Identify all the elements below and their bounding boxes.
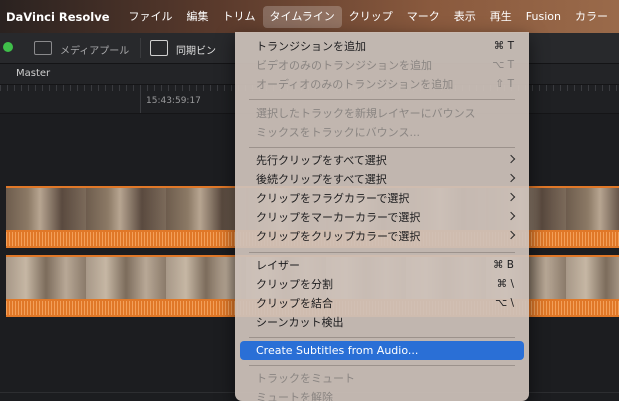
menu-item-label: クリップを分割 [256, 278, 333, 291]
menu-item-label: オーディオのみのトランジションを追加 [256, 78, 454, 91]
menu-item-select-clips-after[interactable]: 後続クリップをすべて選択 [240, 170, 524, 189]
menu-item-label: クリップを結合 [256, 297, 333, 310]
menu-view[interactable]: 表示 [447, 6, 483, 28]
status-dot-icon [3, 42, 13, 52]
media-pool-icon[interactable] [34, 41, 52, 55]
menu-item-label: クリップをフラグカラーで選択 [256, 192, 410, 205]
menu-item-bounce-layer: 選択したトラックを新規レイヤーにバウンス [240, 104, 524, 123]
menu-edit[interactable]: 編集 [180, 6, 216, 28]
sync-bin-button[interactable]: 同期ビン [176, 42, 216, 57]
menubar: DaVinci Resolve ファイル 編集 トリム タイムライン クリップ … [0, 0, 619, 33]
menu-divider [249, 337, 515, 338]
menu-item-label: レイザー [256, 259, 300, 272]
menu-item-shortcut: ⌘ B [492, 259, 514, 271]
menu-item-add-video-transition: ビデオのみのトランジションを追加 ⌥ T [240, 56, 524, 75]
app-name-menu[interactable]: DaVinci Resolve [6, 10, 110, 24]
timecode-label: 15:43:59:17 [146, 96, 201, 106]
menu-item-create-subtitles-from-audio[interactable]: Create Subtitles from Audio... [240, 341, 524, 360]
menu-item-scene-cut-detection[interactable]: シーンカット検出 [240, 313, 524, 332]
menu-item-split-clip[interactable]: クリップを分割 ⌘ \ [240, 275, 524, 294]
menu-color[interactable]: カラー [568, 6, 615, 28]
menu-item-label: Create Subtitles from Audio... [256, 344, 419, 357]
menu-item-add-audio-transition: オーディオのみのトランジションを追加 ⇧ T [240, 75, 524, 94]
menu-item-label: ミックスをトラックにバウンス... [256, 126, 420, 139]
menu-item-label: 先行クリップをすべて選択 [256, 154, 387, 167]
menu-file[interactable]: ファイル [122, 6, 180, 28]
menu-mark[interactable]: マーク [400, 6, 447, 28]
menu-item-shortcut: ⌥ T [492, 59, 514, 71]
menu-trim[interactable]: トリム [216, 6, 263, 28]
menu-item-shortcut: ⌘ T [493, 40, 514, 52]
menu-item-label: トランジションを追加 [256, 40, 366, 53]
menu-item-shortcut: ⌘ \ [496, 278, 514, 290]
menu-divider [249, 365, 515, 366]
chevron-right-icon [506, 192, 516, 202]
menu-playback[interactable]: 再生 [483, 6, 519, 28]
menu-item-select-by-clip-color[interactable]: クリップをクリップカラーで選択 [240, 227, 524, 246]
menu-divider [249, 252, 515, 253]
menu-item-label: 選択したトラックを新規レイヤーにバウンス [256, 107, 476, 120]
menu-divider [249, 99, 515, 100]
menu-item-select-by-marker-color[interactable]: クリップをマーカーカラーで選択 [240, 208, 524, 227]
chevron-right-icon [506, 230, 516, 240]
menu-item-join-clip[interactable]: クリップを結合 ⌥ \ [240, 294, 524, 313]
menu-item-select-clips-before[interactable]: 先行クリップをすべて選択 [240, 151, 524, 170]
chevron-right-icon [506, 211, 516, 221]
menu-item-label: ビデオのみのトランジションを追加 [256, 59, 432, 72]
menu-item-bounce-mix: ミックスをトラックにバウンス... [240, 123, 524, 142]
ruler-tick [140, 85, 141, 113]
timeline-dropdown-menu: トランジションを追加 ⌘ T ビデオのみのトランジションを追加 ⌥ T オーディ… [235, 32, 529, 401]
menu-timeline[interactable]: タイムライン [262, 5, 342, 28]
media-pool-button[interactable]: メディアプール [60, 42, 129, 57]
menu-clip[interactable]: クリップ [342, 6, 400, 28]
timeline-name: Master [16, 68, 51, 79]
chevron-right-icon [506, 154, 516, 164]
menu-item-select-by-flag-color[interactable]: クリップをフラグカラーで選択 [240, 189, 524, 208]
menu-item-label: 後続クリップをすべて選択 [256, 173, 387, 186]
menu-item-label: ミュートを解除 [256, 391, 333, 401]
menu-item-shortcut: ⌥ \ [495, 297, 514, 309]
menu-divider [249, 147, 515, 148]
menu-item-add-transition[interactable]: トランジションを追加 ⌘ T [240, 37, 524, 56]
menu-item-shortcut: ⇧ T [495, 78, 514, 90]
menu-item-razor[interactable]: レイザー ⌘ B [240, 256, 524, 275]
menu-item-mute-track: トラックをミュート [240, 369, 524, 388]
menu-item-label: シーンカット検出 [256, 316, 344, 329]
menu-item-unmute: ミュートを解除 [240, 388, 524, 401]
menu-fusion[interactable]: Fusion [519, 6, 568, 28]
toolbar-divider [140, 38, 141, 58]
chevron-right-icon [506, 173, 516, 183]
menu-item-label: クリップをクリップカラーで選択 [256, 230, 421, 243]
sync-bin-icon[interactable] [150, 40, 168, 56]
menu-item-label: クリップをマーカーカラーで選択 [256, 211, 421, 224]
menu-item-label: トラックをミュート [256, 372, 355, 385]
